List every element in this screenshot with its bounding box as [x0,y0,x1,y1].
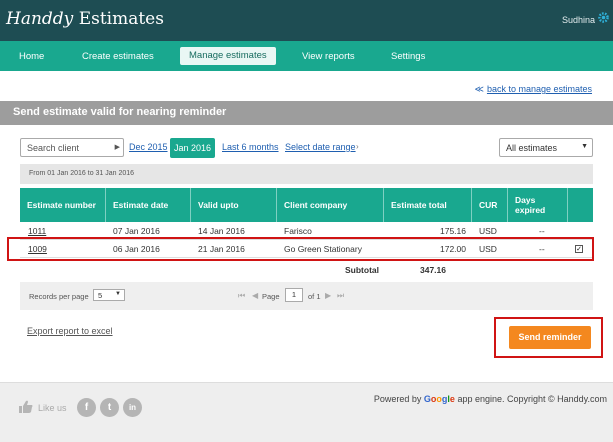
panel-header: Send estimate valid for nearing reminder [0,101,613,125]
chevron-down-icon: ▼ [115,291,121,297]
estimate-date: 07 Jan 2016 [113,226,160,236]
col-days-expired[interactable]: Days expired [515,188,563,222]
estimate-filter-select[interactable]: All estimates ▼ [499,138,593,157]
gear-icon[interactable] [597,11,610,24]
estimate-total: 175.16 [440,226,466,236]
thumbs-up-icon [19,400,33,413]
date-range-text: From 01 Jan 2016 to 31 Jan 2016 [29,170,135,177]
client-company: Farisco [284,226,312,236]
chevron-right-icon: › [356,142,359,151]
footer: Like us f t in Powered by Google app eng… [0,382,613,442]
twitter-icon[interactable]: t [100,398,119,417]
powered-by-text: Powered by Google app engine. Copyright … [374,394,607,404]
double-chevron-left-icon: ≪ [474,84,484,94]
estimate-filter-value: All estimates [506,143,558,153]
subtotal-label: Subtotal [345,265,379,275]
subtotal-value: 347.16 [420,265,446,275]
period-current-month[interactable]: Jan 2016 [170,138,215,158]
period-last-6-months[interactable]: Last 6 months [222,142,279,152]
user-name[interactable]: Sudhina [562,15,595,25]
nav-view-reports[interactable]: View reports [302,49,355,65]
period-prev-month[interactable]: Dec 2015 [129,142,168,152]
export-excel-link[interactable]: Export report to excel [27,326,113,336]
column-divider [471,188,472,222]
next-page-icon[interactable]: ▶ [325,291,331,300]
google-letter: G [423,394,431,404]
col-estimate-number[interactable]: Estimate number [27,188,105,222]
estimate-number-link[interactable]: 1011 [28,226,46,236]
records-per-page-value: 5 [98,291,103,300]
column-divider [567,188,568,222]
chevron-down-icon: ▼ [581,143,588,150]
page-of-label: of 1 [308,292,321,301]
date-range-bar: From 01 Jan 2016 to 31 Jan 2016 [20,164,593,184]
col-estimate-total[interactable]: Estimate total [391,188,447,222]
highlight-annotation-row [7,237,594,261]
nav-manage-estimates[interactable]: Manage estimates [180,47,276,65]
records-per-page-select[interactable]: 5 ▼ [93,289,125,301]
top-bar: Handdy Estimates Sudhina [0,0,613,41]
send-reminder-button[interactable]: Send reminder [509,326,591,349]
google-letter: e [449,394,455,404]
valid-upto: 14 Jan 2016 [198,226,245,236]
col-currency[interactable]: CUR [479,188,497,222]
facebook-icon[interactable]: f [77,398,96,417]
days-expired: -- [539,226,545,236]
back-link-label: back to manage estimates [486,84,592,94]
page-title: Send estimate valid for nearing reminder [13,106,227,118]
powered-suffix: app engine. Copyright © Handdy.com [457,394,607,404]
google-logo: Google [424,394,455,404]
first-page-icon[interactable]: ⏮ [238,291,245,301]
column-divider [105,188,106,222]
page-label: Page [262,292,280,301]
pager-bar: Records per page 5 ▼ ⏮ ◀ Page 1 of 1 ▶ ⏭ [20,282,593,310]
prev-page-icon[interactable]: ◀ [252,291,258,300]
records-per-page-label: Records per page [29,292,89,301]
column-divider [383,188,384,222]
nav-home[interactable]: Home [19,49,44,65]
linkedin-icon[interactable]: in [123,398,142,417]
nav-settings[interactable]: Settings [391,49,425,65]
col-estimate-date[interactable]: Estimate date [113,188,168,222]
period-select-date-range[interactable]: Select date range [285,142,356,152]
search-client-select[interactable]: Search client ▶ [20,138,124,157]
logo-script: Handdy [6,9,74,29]
main-nav: Home Create estimates Manage estimates V… [0,41,613,71]
col-client-company[interactable]: Client company [284,188,347,222]
app-logo[interactable]: Handdy Estimates [6,9,164,29]
chevron-right-icon: ▶ [114,144,120,151]
column-divider [276,188,277,222]
currency: USD [479,226,497,236]
col-valid-upto[interactable]: Valid upto [198,188,239,222]
search-client-placeholder: Search client [27,143,80,153]
logo-text: Estimates [78,9,164,29]
column-divider [190,188,191,222]
column-divider [507,188,508,222]
last-page-icon[interactable]: ⏭ [337,291,344,301]
back-to-manage-link[interactable]: ≪ back to manage estimates [475,84,592,95]
like-us-label: Like us [38,403,67,413]
nav-create-estimates[interactable]: Create estimates [82,49,154,65]
powered-prefix: Powered by [373,394,422,404]
page-number-input[interactable]: 1 [285,288,303,302]
